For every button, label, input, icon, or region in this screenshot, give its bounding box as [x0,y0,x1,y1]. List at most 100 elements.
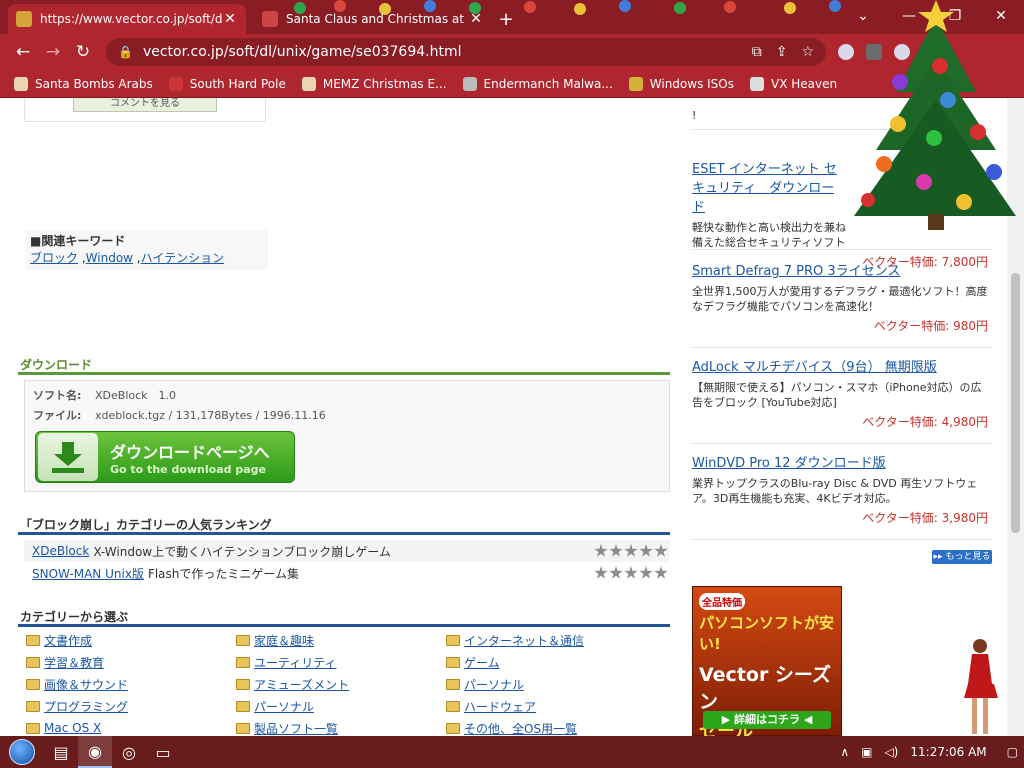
category-item: ハードウェア [446,696,666,716]
bookmark-star-icon[interactable]: ☆ [801,44,814,60]
ad-desc: 軽快な動作と高い検出力を兼ね備えた総合セキュリティソフト [692,221,846,249]
ad-title-link[interactable]: AdLock マルチデバイス（9台） 無期限版 [692,356,992,375]
star-icon [624,566,638,579]
bookmark-favicon-icon [14,76,28,91]
close-window-button[interactable]: ✕ [978,0,1024,32]
category-item: ユーティリティ [236,652,446,672]
category-item: 画像＆サウンド [26,674,236,694]
folder-icon [236,634,250,646]
star-icon [609,544,623,557]
star-icon [654,566,668,579]
download-page-button[interactable]: ダウンロードページへ Go to the download page [35,431,295,483]
folder-icon [236,722,250,734]
bookmark-item[interactable]: South Hard Pole [168,76,286,91]
lock-icon[interactable]: 🔒 [118,45,133,59]
tab-close-icon[interactable]: ✕ [222,11,238,27]
file-explorer-icon[interactable]: ▭ [146,736,180,768]
ad-entry: ESET インターネット セキュリティ ダウンロード 軽快な動作と高い検出力を兼… [692,158,992,269]
tab-close-icon[interactable]: ✕ [468,11,484,27]
share-icon[interactable]: ⇪ [776,44,788,60]
category-item: インターネット＆通信 [446,630,666,650]
category-divider [18,624,670,627]
volume-icon[interactable]: ◁) [884,745,898,759]
comment-box: コメントを見る [24,98,266,122]
extension-s-icon[interactable] [866,44,882,60]
category-grid: 文書作成 家庭＆趣味 インターネット＆通信 学習＆教育 ユーティリティ ゲーム … [26,630,666,736]
page-scrollbar[interactable] [1007,98,1024,736]
keyword-link[interactable]: ハイテンション [141,251,225,265]
ad-desc: 全世界1,500万人が愛用するデフラグ・最適化ソフト！高度なデフラグ機能でパソコ… [692,285,988,313]
clock-time[interactable]: 11:27:06 AM [910,745,986,759]
banner-cta: ▶ 詳細はコチラ ◀ [703,711,831,729]
ad-title-link[interactable]: WinDVD Pro 12 ダウンロード版 [692,452,992,471]
banner-line1: パソコンソフトが安い! [699,614,835,653]
ad-price: ベクター特価: 980円 [873,319,988,333]
bookmark-item[interactable]: Endermanch Malwa... [462,76,613,91]
ranking-item-link[interactable]: SNOW-MAN Unix版 [32,565,144,582]
bookmark-favicon-icon [628,76,643,91]
browser-toolbar: ← → ↻ 🔒 vector.co.jp/soft/dl/unix/game/s… [0,34,1024,70]
download-arrow-icon [38,433,98,481]
task-view-icon[interactable]: ▤ [44,736,78,768]
menu-kebab-icon[interactable]: ⋮ [922,43,938,62]
keyword-link[interactable]: ブロック [30,251,78,265]
category-item: パーソナル [446,674,666,694]
folder-icon [446,722,460,734]
back-arrow-icon[interactable]: ← [8,37,38,67]
ad-entry: AdLock マルチデバイス（9台） 無期限版 【無期限で使える】パソコン・スマ… [692,356,992,444]
download-section-title: ダウンロード [20,358,93,372]
notifications-icon[interactable]: ▢ [1007,745,1018,759]
bookmark-item[interactable]: Windows ISOs [628,76,734,91]
ad-desc: 【無期限で使える】パソコン・スマホ（iPhone対応）の広告をブロック [You… [692,381,982,409]
translate-icon[interactable]: ⧉ [752,44,762,60]
ad-price: ベクター特価: 3,980円 [862,511,988,525]
firefox-taskbar-icon[interactable]: ◎ [112,736,146,768]
tray-overflow-icon[interactable]: ∧ [840,745,849,759]
scrollbar-thumb[interactable] [1011,273,1020,533]
ranking-item: XDeBlock X-Window上で動くハイテンションブロック崩しゲーム [24,540,670,562]
start-button[interactable] [0,736,44,768]
tab-santa[interactable]: Santa Claus and Christmas at the ✕ [254,4,492,34]
bookmark-favicon-icon [168,76,183,91]
forward-arrow-icon[interactable]: → [38,37,68,67]
folder-icon [446,634,460,646]
comment-button[interactable]: コメントを見る [73,98,217,112]
category-item: その他、全OS用一覧 [446,718,666,736]
category-item: Mac OS X [26,718,236,736]
tab-title: Santa Claus and Christmas at the [286,12,468,26]
tab-search-icon[interactable]: ⌄ [840,0,886,32]
ad-desc: 業界トップクラスのBlu-ray Disc & DVD 再生ソフトウェア。3D再… [692,477,978,505]
network-icon[interactable]: ▣ [861,745,872,759]
new-tab-button[interactable]: + [492,4,520,34]
extension-icon[interactable] [838,44,854,60]
url-text[interactable]: vector.co.jp/soft/dl/unix/game/se037694.… [143,44,752,60]
folder-icon [446,656,460,668]
star-icon [594,566,608,579]
keywords-heading: ■関連キーワード [30,234,126,248]
sale-banner[interactable]: 全品特価 パソコンソフトが安い! Vector シーズン セール AUTUMN … [692,586,842,736]
tab-vector[interactable]: https://www.vector.co.jp/soft/dl/ ✕ [8,4,246,34]
reload-icon[interactable]: ↻ [68,37,98,67]
tab-title: https://www.vector.co.jp/soft/dl/ [40,12,222,26]
category-item: 学習＆教育 [26,652,236,672]
rating-stars [594,566,668,580]
bookmark-item[interactable]: MEMZ Christmas E... [301,76,447,91]
ranking-list: XDeBlock X-Window上で動くハイテンションブロック崩しゲーム SN… [24,540,670,584]
ranking-item-link[interactable]: XDeBlock [32,544,89,558]
ad-title-link[interactable]: ESET インターネット セキュリティ ダウンロード [692,158,842,215]
keyword-link[interactable]: Window [86,251,133,265]
more-button[interactable]: ▸▸ もっと見る [932,550,992,564]
ad-entry: WinDVD Pro 12 ダウンロード版 業界トップクラスのBlu-ray D… [692,452,992,540]
category-item: アミューズメント [236,674,446,694]
profile-avatar-icon[interactable] [894,44,910,60]
download-box: ソフト名: XDeBlock 1.0 ファイル: xdeblock.tgz / … [24,380,670,492]
ad-title-link[interactable]: Smart Defrag 7 PRO 3ライセンス [692,260,992,279]
bookmark-item[interactable]: VX Heaven [750,76,837,91]
ranking-item-desc: X-Window上で動くハイテンションブロック崩しゲーム [93,544,391,559]
address-bar[interactable]: 🔒 vector.co.jp/soft/dl/unix/game/se03769… [106,38,826,66]
minimize-button[interactable]: — [886,0,932,32]
bookmark-item[interactable]: Santa Bombs Arabs [14,76,153,91]
maximize-button[interactable]: ❐ [932,0,978,32]
chrome-taskbar-icon[interactable]: ◉ [78,736,112,768]
ranking-divider [18,532,670,535]
